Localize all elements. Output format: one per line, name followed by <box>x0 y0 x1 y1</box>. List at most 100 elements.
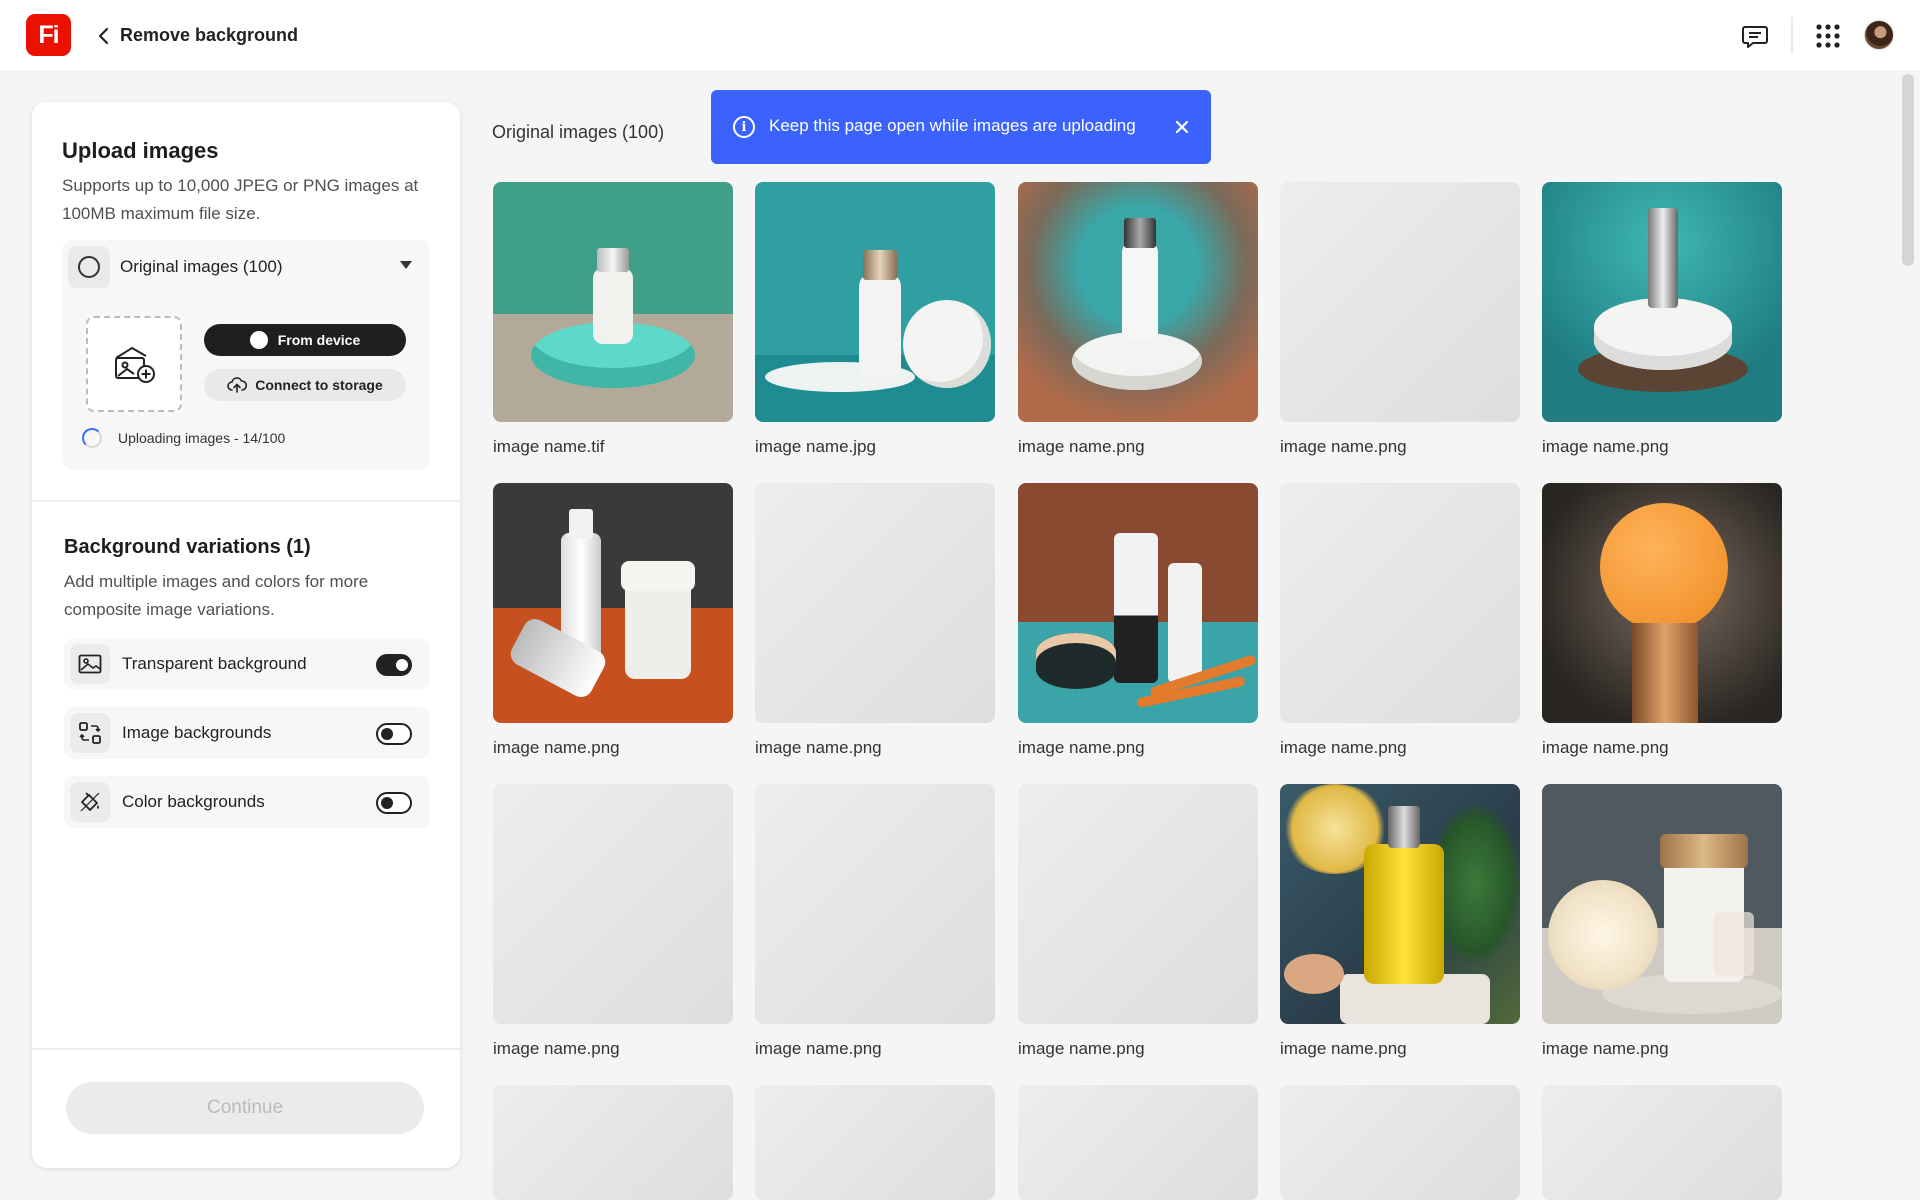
thumbnail-graphic <box>1364 844 1444 984</box>
thumbnail-graphic <box>1548 880 1658 990</box>
image-thumbnail[interactable] <box>755 1085 995 1200</box>
thumbnail-graphic <box>1600 503 1728 631</box>
toggle-knob <box>381 728 393 740</box>
chat-icon <box>1742 26 1768 48</box>
image-name-label: image name.png <box>755 738 882 757</box>
image-thumbnail[interactable] <box>1280 1085 1520 1200</box>
image-name-label: image name.png <box>1280 437 1407 456</box>
toast-message: Keep this page open while images are upl… <box>769 116 1136 135</box>
image-name-label: image name.png <box>1018 437 1145 456</box>
image-thumbnail[interactable] <box>1280 784 1520 1024</box>
connect-storage-button[interactable]: Connect to storage <box>204 369 406 401</box>
option-label: Color backgrounds <box>122 792 265 811</box>
connect-storage-label: Connect to storage <box>255 377 383 393</box>
image-thumbnail[interactable] <box>493 182 733 422</box>
thumbnail-graphic <box>621 561 695 591</box>
thumbnail-graphic <box>1036 633 1116 689</box>
source-radio[interactable] <box>68 246 110 288</box>
image-name-label: image name.png <box>755 1039 882 1058</box>
option-image-backgrounds[interactable]: Image backgrounds <box>64 707 430 759</box>
option-label: Image backgrounds <box>122 723 272 742</box>
upload-description: Supports up to 10,000 JPEG or PNG images… <box>62 176 419 223</box>
header-divider <box>1791 17 1793 53</box>
section-divider <box>32 500 460 502</box>
thumbnail-graphic <box>1284 954 1344 994</box>
image-thumbnail[interactable] <box>1018 182 1258 422</box>
chat-button[interactable] <box>1739 20 1771 52</box>
option-label: Transparent background <box>122 654 307 673</box>
image-name-label: image name.png <box>1542 1039 1669 1058</box>
option-transparent-background[interactable]: Transparent background <box>64 638 430 690</box>
source-label: Original images (100) <box>120 257 283 276</box>
image-name-label: image name.png <box>1280 1039 1407 1058</box>
image-icon <box>78 654 102 674</box>
image-name-label: image name.png <box>1280 738 1407 757</box>
image-name-label: image name.tif <box>493 437 605 456</box>
image-name-label: image name.png <box>493 738 620 757</box>
toggle-knob <box>381 797 393 809</box>
image-thumbnail[interactable] <box>755 784 995 1024</box>
image-thumbnail[interactable] <box>755 182 995 422</box>
from-device-button[interactable]: From device <box>204 324 406 356</box>
chevron-left-icon <box>98 27 109 45</box>
option-color-backgrounds[interactable]: Color backgrounds <box>64 776 430 828</box>
caret-down-icon[interactable] <box>400 261 412 269</box>
logo-text: Fi <box>38 20 59 49</box>
grid-title: Original images (100) <box>492 122 665 142</box>
thumbnail-graphic <box>1632 623 1698 723</box>
image-thumbnail[interactable] <box>493 483 733 723</box>
image-thumbnail[interactable] <box>1018 483 1258 723</box>
thumbnail-graphic <box>493 483 733 723</box>
from-device-label: From device <box>277 332 361 348</box>
footer-divider <box>32 1048 460 1050</box>
user-avatar[interactable] <box>1864 20 1894 50</box>
image-thumbnail[interactable] <box>1018 784 1258 1024</box>
thumbnail-graphic <box>863 250 897 280</box>
image-name-label: image name.png <box>1542 738 1669 757</box>
image-thumbnail[interactable] <box>1280 483 1520 723</box>
opt-icon-wrap <box>70 713 110 753</box>
upload-drop-zone[interactable] <box>86 316 182 412</box>
thumbnail-graphic <box>903 300 991 388</box>
image-name-label: image name.png <box>1018 738 1145 757</box>
thumbnail-graphic <box>1388 806 1420 848</box>
image-thumbnail[interactable] <box>1542 1085 1782 1200</box>
image-thumbnail[interactable] <box>493 1085 733 1200</box>
image-thumbnail[interactable] <box>493 784 733 1024</box>
toast-close-button[interactable] <box>1169 114 1195 140</box>
thumbnail-graphic <box>1714 912 1754 976</box>
image-thumbnail[interactable] <box>755 483 995 723</box>
image-thumbnail[interactable] <box>1542 784 1782 1024</box>
transparent-toggle[interactable] <box>376 654 412 676</box>
scrollbar-thumb[interactable] <box>1902 74 1914 266</box>
app-logo[interactable]: Fi <box>26 14 71 56</box>
upload-title: Upload images <box>62 138 219 163</box>
image-thumbnail[interactable] <box>1542 182 1782 422</box>
image-backgrounds-toggle[interactable] <box>376 723 412 745</box>
thumbnail-graphic <box>1122 242 1158 342</box>
cloud-upload-icon <box>227 377 248 393</box>
apps-button[interactable] <box>1812 20 1844 52</box>
image-thumbnail[interactable] <box>1542 483 1782 723</box>
dot-icon <box>249 331 268 349</box>
progress-spinner-icon <box>82 428 102 448</box>
thumbnail-graphic <box>1124 218 1156 248</box>
upload-status: Uploading images - 14/100 <box>118 430 286 446</box>
page-title: Remove background <box>120 25 299 45</box>
thumbnail-graphic <box>597 248 629 272</box>
close-icon <box>1175 120 1189 134</box>
color-backgrounds-toggle[interactable] <box>376 792 412 814</box>
toggle-knob <box>396 659 408 671</box>
image-thumbnail[interactable] <box>1280 182 1520 422</box>
thumbnail-graphic <box>1660 834 1748 868</box>
continue-button[interactable]: Continue <box>66 1082 424 1134</box>
thumbnail-graphic <box>1648 208 1678 308</box>
image-name-label: image name.png <box>1018 1039 1145 1058</box>
source-group: Original images (100) From device Connec… <box>62 240 430 470</box>
settings-panel: Upload images Supports up to 10,000 JPEG… <box>32 102 460 1168</box>
background-title: Background variations (1) <box>64 536 311 558</box>
thumbnail-graphic <box>593 268 633 344</box>
image-backgrounds-icon <box>79 722 101 744</box>
image-thumbnail[interactable] <box>1018 1085 1258 1200</box>
back-button[interactable] <box>92 24 116 48</box>
